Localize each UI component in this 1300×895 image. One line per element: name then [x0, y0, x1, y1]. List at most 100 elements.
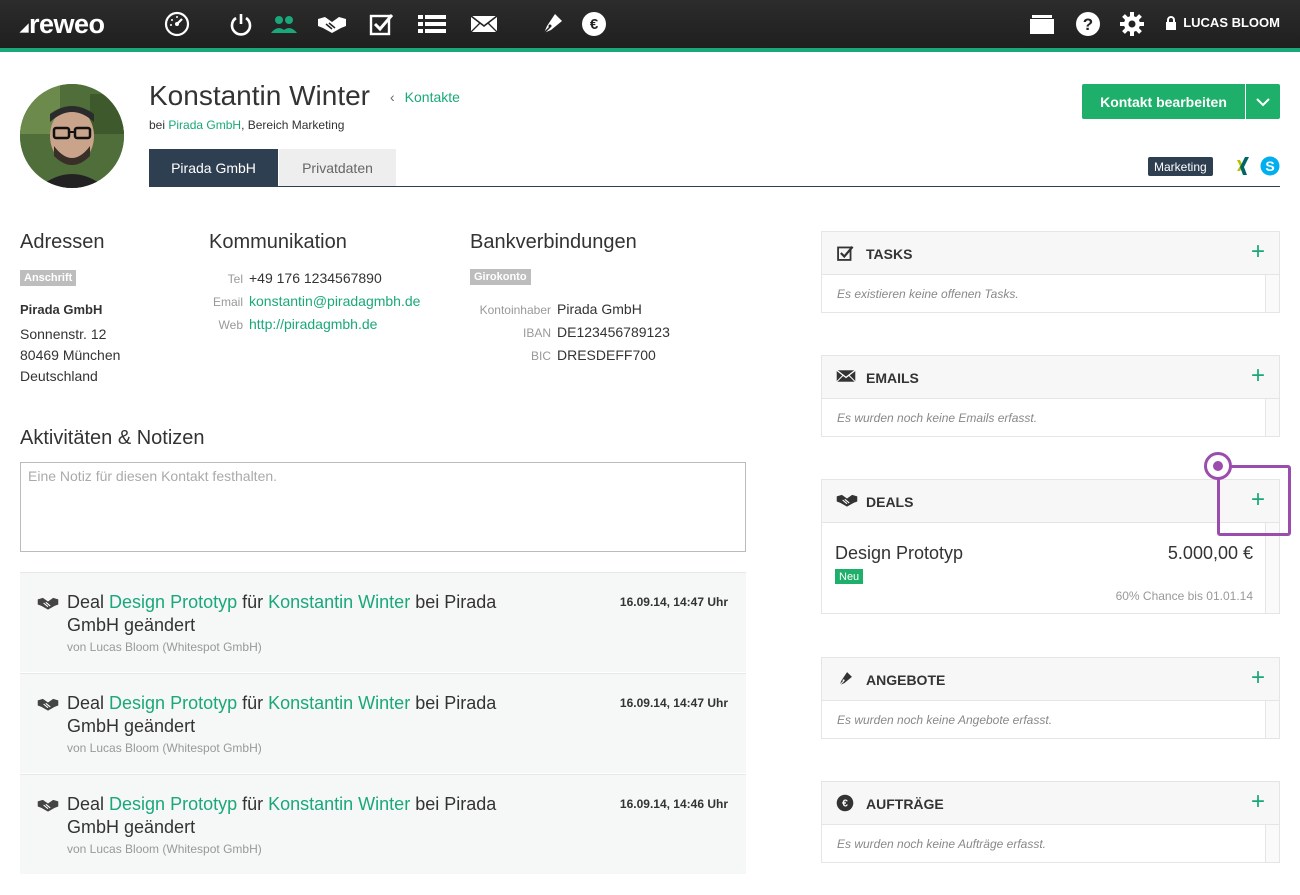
reweo-logo[interactable]: ◢reweo — [20, 9, 105, 40]
skype-icon[interactable]: S — [1260, 156, 1280, 181]
deal-link[interactable]: Design Prototyp — [109, 592, 237, 612]
add-offer-button[interactable]: + — [1251, 666, 1265, 690]
tasks-check-icon[interactable] — [366, 10, 396, 38]
add-task-button[interactable]: + — [1251, 240, 1265, 264]
scrollbar[interactable] — [1265, 275, 1279, 312]
address-country: Deutschland — [20, 368, 98, 384]
address-street: Sonnenstr. 12 — [20, 326, 107, 342]
contact-name: Konstantin Winter — [149, 80, 370, 111]
edit-dropdown-button[interactable] — [1246, 84, 1280, 119]
lock-icon — [1166, 15, 1177, 30]
activity-item: Deal Design Prototyp für Konstantin Wint… — [20, 572, 746, 672]
address-company: Pirada GmbH — [20, 302, 103, 317]
address-city: 80469 München — [20, 347, 121, 363]
tab-pirada-gmbh[interactable]: Pirada GmbH — [149, 149, 278, 186]
tasks-check-icon — [837, 246, 854, 261]
dashboard-icon[interactable] — [162, 10, 192, 38]
bank-row-holder: Kontoinhaber Pirada GmbH — [479, 301, 642, 317]
user-menu[interactable]: LUCAS BLOOM — [1165, 15, 1280, 30]
emails-panel: EMAILS + Es wurden noch keine Emails erf… — [821, 355, 1280, 437]
bank-row-bic: BIC DRESDEFF700 — [530, 347, 656, 363]
orders-panel: € AUFTRÄGE + Es wurden noch keine Aufträ… — [821, 781, 1280, 863]
activity-timestamp: 16.09.14, 14:47 Uhr — [619, 595, 728, 609]
mail-icon[interactable] — [469, 10, 499, 38]
tasks-panel: TASKS + Es existieren keine offenen Task… — [821, 231, 1280, 313]
scrollbar[interactable] — [1265, 825, 1279, 862]
edit-contact-button[interactable]: Kontakt bearbeiten — [1082, 84, 1245, 119]
scrollbar[interactable] — [1265, 701, 1279, 738]
tab-underline — [149, 186, 1280, 187]
phone-value: +49 176 1234567890 — [249, 270, 382, 286]
tab-privatdaten[interactable]: Privatdaten — [279, 149, 396, 186]
euro-icon[interactable]: € — [579, 10, 609, 38]
deals-handshake-icon — [37, 799, 59, 812]
activity-timestamp: 16.09.14, 14:47 Uhr — [619, 696, 728, 710]
email-link[interactable]: konstantin@piradagmbh.de — [249, 293, 420, 309]
mail-icon — [836, 369, 856, 383]
panel-title: EMAILS — [866, 370, 919, 386]
power-icon[interactable] — [226, 10, 256, 38]
activity-author: von Lucas Bloom (Whitespot GmbH) — [67, 842, 262, 856]
bank-title: Bankverbindungen — [470, 231, 637, 253]
svg-text:S: S — [1265, 158, 1274, 174]
deal-chance: 60% Chance bis 01.01.14 — [1115, 589, 1253, 603]
bank-type-badge: Girokonto — [470, 269, 531, 285]
empty-message: Es wurden noch keine Emails erfasst. — [837, 411, 1038, 425]
folder-icon[interactable] — [1027, 10, 1057, 38]
list-icon[interactable] — [417, 10, 447, 38]
deals-handshake-icon — [37, 698, 59, 711]
activity-author: von Lucas Bloom (Whitespot GmbH) — [67, 741, 262, 755]
svg-text:?: ? — [1083, 15, 1093, 34]
offers-panel: ANGEBOTE + Es wurden noch keine Angebote… — [821, 657, 1280, 739]
deal-link[interactable]: Design Prototyp — [109, 693, 237, 713]
svg-text:€: € — [590, 16, 599, 33]
gear-icon[interactable] — [1117, 10, 1147, 38]
comm-row-tel: Tel +49 176 1234567890 — [227, 270, 382, 286]
activity-item: Deal Design Prototyp für Konstantin Wint… — [20, 673, 746, 773]
add-email-button[interactable]: + — [1251, 364, 1265, 388]
add-deal-button[interactable]: + — [1251, 488, 1265, 512]
department-tag: Marketing — [1148, 157, 1213, 176]
top-navigation-bar: ◢reweo € ? LUCAS BLOOM — [0, 0, 1300, 48]
comm-row-email: Email konstantin@piradagmbh.de — [212, 293, 421, 309]
avatar — [20, 84, 124, 188]
add-order-button[interactable]: + — [1251, 790, 1265, 814]
deals-panel: DEALS + Design Prototyp 5.000,00 € Neu 6… — [821, 479, 1280, 614]
activity-item: Deal Design Prototyp für Konstantin Wint… — [20, 774, 746, 874]
note-input[interactable] — [20, 462, 746, 552]
help-icon[interactable]: ? — [1073, 10, 1103, 38]
breadcrumb-link-contacts[interactable]: Kontakte — [405, 89, 460, 105]
company-link[interactable]: Pirada GmbH — [168, 118, 241, 132]
euro-icon: € — [836, 794, 854, 812]
panel-title: TASKS — [866, 246, 913, 262]
xing-icon[interactable] — [1235, 155, 1253, 182]
scrollbar[interactable] — [1265, 523, 1279, 613]
comm-row-web: Web http://piradagmbh.de — [218, 316, 378, 332]
bank-row-iban: IBAN DE123456789123 — [522, 324, 670, 340]
empty-message: Es existieren keine offenen Tasks. — [837, 287, 1019, 301]
activity-timestamp: 16.09.14, 14:46 Uhr — [619, 797, 728, 811]
addresses-title: Adressen — [20, 231, 105, 253]
user-name: LUCAS BLOOM — [1183, 15, 1280, 30]
deal-link[interactable]: Design Prototyp — [109, 794, 237, 814]
deal-name-link[interactable]: Design Prototyp — [835, 543, 963, 564]
website-link[interactable]: http://piradagmbh.de — [249, 316, 377, 332]
communication-title: Kommunikation — [209, 231, 347, 253]
deals-handshake-icon — [836, 494, 858, 507]
pen-icon — [839, 672, 852, 686]
scrollbar[interactable] — [1265, 399, 1279, 436]
person-link[interactable]: Konstantin Winter — [268, 693, 410, 713]
address-type-badge: Anschrift — [20, 270, 77, 286]
empty-message: Es wurden noch keine Angebote erfasst. — [837, 713, 1053, 727]
person-link[interactable]: Konstantin Winter — [268, 794, 410, 814]
contacts-icon[interactable] — [269, 10, 299, 38]
person-link[interactable]: Konstantin Winter — [268, 592, 410, 612]
empty-message: Es wurden noch keine Aufträge erfasst. — [837, 837, 1047, 851]
deals-handshake-icon[interactable] — [317, 10, 347, 38]
pen-icon[interactable] — [537, 10, 567, 38]
deal-status-badge: Neu — [835, 569, 864, 584]
panel-title: DEALS — [866, 494, 914, 510]
chevron-left-icon: ‹ — [390, 89, 395, 105]
panel-title: AUFTRÄGE — [866, 796, 944, 812]
activities-title: Aktivitäten & Notizen — [20, 427, 205, 449]
